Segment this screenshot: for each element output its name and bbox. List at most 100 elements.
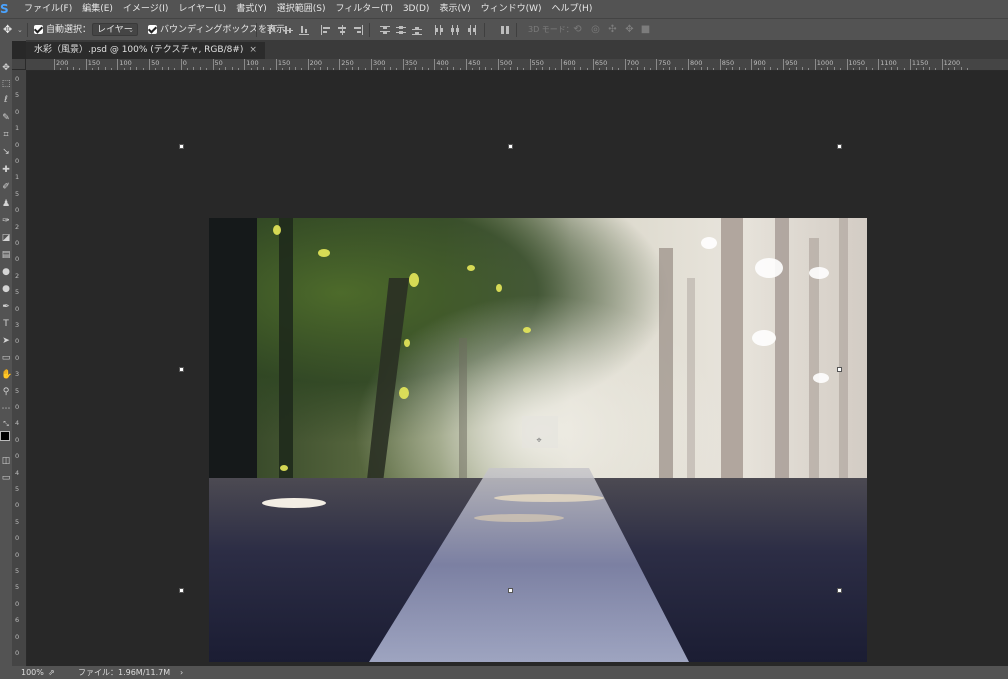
edit-toolbar-icon[interactable]: ⋯	[1, 403, 11, 415]
auto-select-target-dropdown[interactable]: レイヤー ⌄	[92, 23, 138, 36]
ruler-minor-tick	[764, 67, 766, 70]
3d-pan-icon[interactable]: ✣	[607, 24, 618, 35]
distribute-left-icon[interactable]	[434, 25, 444, 35]
zoom-level[interactable]: 100%	[21, 666, 44, 679]
share-icon[interactable]: ⇗	[48, 666, 55, 679]
ruler-minor-tick	[320, 67, 322, 70]
lasso-tool-icon[interactable]: ℓ	[1, 94, 11, 106]
menu-file[interactable]: ファイル(F)	[19, 0, 77, 18]
hand-tool-icon[interactable]: ✋	[1, 369, 12, 381]
eraser-tool-icon[interactable]: ◪	[1, 232, 11, 244]
menu-edit[interactable]: 編集(E)	[77, 0, 118, 18]
distribute-right-icon[interactable]	[466, 25, 476, 35]
quick-selection-tool-icon[interactable]: ✎	[1, 112, 11, 124]
eyedropper-tool-icon[interactable]: ↘	[1, 146, 11, 158]
menu-layer[interactable]: レイヤー(L)	[173, 0, 231, 18]
menu-select[interactable]: 選択範囲(S)	[272, 0, 331, 18]
transform-handle-top-center[interactable]	[508, 144, 513, 149]
healing-brush-tool-icon[interactable]: ✚	[1, 164, 11, 176]
blur-tool-icon[interactable]: ●	[1, 266, 11, 278]
transform-handle-bottom-center[interactable]	[508, 588, 513, 593]
ruler-horizontal[interactable]: 200 150 100 50 0 50 100 150 200 250 300 350 400 450 50…	[26, 59, 1008, 71]
transform-handle-top-right[interactable]	[837, 144, 842, 149]
ruler-top-label: 450	[468, 59, 481, 67]
align-top-icon[interactable]	[267, 25, 277, 35]
menu-image[interactable]: イメージ(I)	[118, 0, 174, 18]
align-horizontal-center-icon[interactable]	[337, 25, 347, 35]
ruler-left-label: 0	[15, 435, 20, 444]
crop-tool-icon[interactable]: ⌗	[1, 129, 11, 141]
menu-help[interactable]: ヘルプ(H)	[547, 0, 598, 18]
3d-slide-icon[interactable]: ✥	[624, 24, 635, 35]
menu-filter[interactable]: フィルター(T)	[330, 0, 397, 18]
pen-tool-icon[interactable]: ✒	[1, 301, 11, 313]
swap-colors-icon[interactable]: ⤡	[1, 418, 11, 430]
marquee-tool-icon[interactable]: ⬚	[1, 78, 11, 90]
canvas-workspace[interactable]: ⌖	[27, 71, 1008, 666]
rectangle-tool-icon[interactable]: ▭	[1, 352, 11, 364]
auto-align-layers-icon[interactable]	[500, 25, 510, 35]
menu-view[interactable]: 表示(V)	[434, 0, 475, 18]
ruler-minor-tick	[916, 68, 918, 70]
ruler-minor-tick	[662, 68, 664, 70]
brush-tool-icon[interactable]: ✐	[1, 181, 11, 193]
ruler-top-label: 300	[373, 59, 386, 67]
bounding-box-checkbox[interactable]: バウンディングボックスを表示	[148, 19, 285, 41]
ruler-major-tick	[117, 59, 119, 70]
ruler-major-tick	[402, 59, 404, 70]
separator	[256, 23, 257, 37]
move-tool-icon[interactable]: ✥	[1, 62, 11, 74]
quick-mask-icon[interactable]: ◫	[1, 455, 11, 467]
ruler-top-label: 200	[56, 59, 69, 67]
align-vertical-center-icon[interactable]	[283, 25, 293, 35]
zoom-tool-icon[interactable]: ⚲	[1, 386, 11, 398]
ruler-left-label: 1	[15, 124, 20, 133]
ruler-minor-tick	[282, 68, 284, 70]
ruler-minor-tick	[554, 68, 556, 70]
3d-scale-icon[interactable]: ■	[640, 24, 651, 35]
type-tool-icon[interactable]: T	[1, 318, 11, 330]
close-icon[interactable]: ×	[249, 45, 257, 55]
foreground-color-swatch[interactable]	[0, 431, 10, 441]
menu-3d[interactable]: 3D(D)	[398, 0, 435, 18]
transform-handle-middle-right[interactable]	[837, 367, 842, 372]
3d-orbit-icon[interactable]: ⟲	[572, 24, 583, 35]
transform-handle-bottom-right[interactable]	[837, 588, 842, 593]
ruler-left-label: 6	[15, 616, 20, 625]
tool-preset-chevron-down-icon[interactable]: ⌄	[17, 19, 23, 41]
align-right-icon[interactable]	[353, 25, 363, 35]
dodge-tool-icon[interactable]: ●	[1, 283, 11, 295]
align-bottom-icon[interactable]	[299, 25, 309, 35]
gradient-tool-icon[interactable]: ▤	[1, 249, 11, 261]
distribute-top-icon[interactable]	[380, 25, 390, 35]
align-left-icon[interactable]	[321, 25, 331, 35]
distribute-vertical-center-icon[interactable]	[396, 25, 406, 35]
ruler-vertical[interactable]: 0 5 0 1 0 0 1 5 0 2 0 0 2 5 0 3 0 0 3 5 0 4 0 0 4 5 0 5 0 0 5 5 0 6 0 0	[12, 70, 27, 666]
document-tab[interactable]: 水彩（風景）.psd @ 100% (テクスチャ, RGB/8#) ×	[26, 42, 265, 59]
menu-window[interactable]: ウィンドウ(W)	[476, 0, 547, 18]
transform-handle-top-left[interactable]	[179, 144, 184, 149]
ruler-minor-tick	[174, 68, 176, 70]
clone-stamp-tool-icon[interactable]: ♟	[1, 198, 11, 210]
ruler-left-label: 0	[15, 255, 20, 264]
move-icon[interactable]: ✥	[3, 19, 12, 41]
transform-handle-middle-left[interactable]	[179, 367, 184, 372]
ruler-major-tick	[180, 59, 182, 70]
path-selection-tool-icon[interactable]: ➤	[1, 335, 11, 347]
separator	[484, 23, 485, 37]
menu-type[interactable]: 書式(Y)	[231, 0, 272, 18]
3d-roll-icon[interactable]: ◎	[590, 24, 601, 35]
ruler-minor-tick	[675, 67, 677, 70]
transform-handle-bottom-left[interactable]	[179, 588, 184, 593]
ruler-minor-tick	[168, 67, 170, 70]
auto-select-checkbox[interactable]: 自動選択：	[34, 19, 91, 41]
screen-mode-icon[interactable]: ▭	[1, 472, 11, 484]
document-canvas-image[interactable]: ⌖	[209, 218, 867, 662]
ruler-top-label: 350	[404, 59, 418, 67]
distribute-horizontal-center-icon[interactable]	[450, 25, 460, 35]
ruler-minor-tick	[954, 67, 956, 70]
history-brush-tool-icon[interactable]: ✑	[1, 215, 11, 227]
ruler-origin[interactable]	[12, 59, 26, 70]
status-menu-arrow-icon[interactable]: ›	[180, 666, 183, 679]
distribute-bottom-icon[interactable]	[412, 25, 422, 35]
